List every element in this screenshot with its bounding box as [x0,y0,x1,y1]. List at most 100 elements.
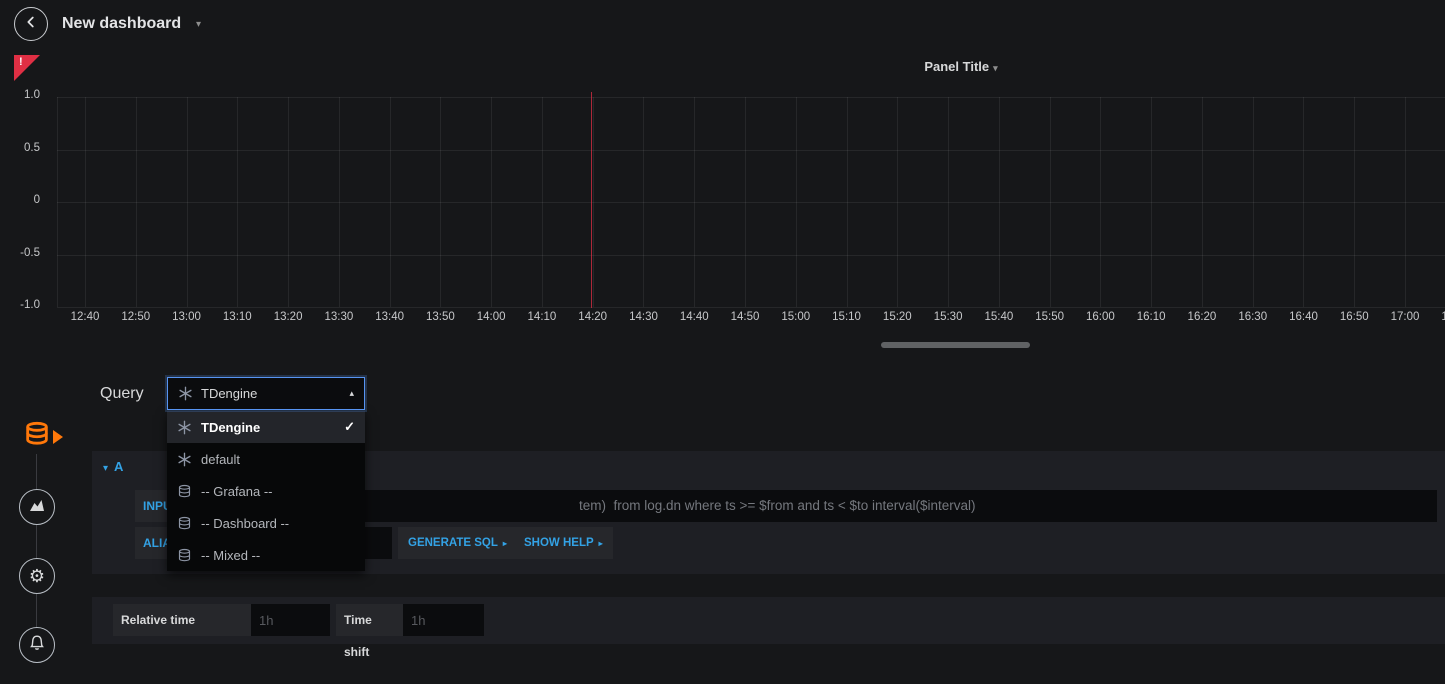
time-shift-input[interactable] [403,604,484,636]
panel-title-caret-icon: ▾ [993,63,998,73]
x-tick-label: 15:40 [974,311,1024,323]
tdengine-icon [177,420,192,435]
gridline-vertical [85,97,86,307]
gridline-vertical [136,97,137,307]
y-tick-label: 1.0 [0,89,40,101]
x-tick-label: 12:50 [111,311,161,323]
tdengine-icon [177,452,192,467]
bell-icon [28,634,46,657]
gridline-vertical [1354,97,1355,307]
gridline-vertical [948,97,949,307]
datasource-option[interactable]: default [167,443,365,475]
x-tick-label: 14:40 [669,311,719,323]
datasource-select[interactable]: TDengine ▴ [167,377,365,410]
datasource-option[interactable]: TDengine✓ [167,411,365,443]
plot-area: 1.00.50-0.5-1.012:4012:5013:0013:1013:20… [0,55,1445,350]
generate-sql-button[interactable]: GENERATE SQL ▸ [398,527,517,559]
datasource-option[interactable]: -- Dashboard -- [167,507,365,539]
relative-time-input[interactable] [251,604,330,636]
back-button[interactable] [14,7,48,41]
edit-tabs-rail [36,437,37,645]
x-tick-label: 16:00 [1075,311,1125,323]
x-tick-label: 17:00 [1380,311,1430,323]
gridline-horizontal [57,307,1445,308]
gridline-vertical [694,97,695,307]
database-icon [177,516,192,531]
query-ref-id: A [114,459,123,474]
gridline-horizontal [57,202,1445,203]
check-icon: ✓ [344,419,355,435]
datasource-menu: TDengine✓default-- Grafana ---- Dashboar… [167,411,365,571]
caret-right-icon: ▸ [503,539,507,548]
datasource-selected-value: TDengine [201,386,341,401]
show-help-button[interactable]: SHOW HELP ▸ [514,527,613,559]
tdengine-icon [178,386,193,401]
x-tick-label: 14:10 [517,311,567,323]
x-tick-label: 14:50 [720,311,770,323]
x-tick-label: 16:40 [1278,311,1328,323]
gridline-vertical [390,97,391,307]
datasource-option[interactable]: -- Grafana -- [167,475,365,507]
x-tick-label: 13:40 [365,311,415,323]
dashboard-title[interactable]: New dashboard [62,0,181,48]
x-tick-label: 17:10 [1431,311,1445,323]
gridline-vertical [491,97,492,307]
x-tick-label: 14:20 [568,311,618,323]
gridline-vertical [288,97,289,307]
x-tick-label: 16:30 [1228,311,1278,323]
tab-queries[interactable] [20,420,54,454]
axis-line [57,97,58,307]
gridline-horizontal [57,150,1445,151]
x-tick-label: 16:50 [1329,311,1379,323]
x-tick-label: 16:20 [1177,311,1227,323]
gridline-vertical [1303,97,1304,307]
gridline-vertical [187,97,188,307]
tab-general[interactable]: ⚙ [19,558,55,594]
gridline-vertical [1100,97,1101,307]
x-tick-label: 15:20 [872,311,922,323]
x-tick-label: 15:50 [1025,311,1075,323]
y-tick-label: 0.5 [0,142,40,154]
horizontal-scrollbar[interactable] [881,342,1030,348]
database-icon [23,421,51,454]
tab-visualization[interactable] [19,489,55,525]
gridline-vertical [1151,97,1152,307]
time-shift-label: Time shift [336,604,403,636]
query-row-header[interactable]: ▾A [103,459,123,474]
x-tick-label: 15:30 [923,311,973,323]
x-tick-label: 16:10 [1126,311,1176,323]
database-icon [177,548,192,563]
x-tick-label: 13:50 [415,311,465,323]
gridline-vertical [542,97,543,307]
caret-right-icon: ▸ [599,539,603,548]
error-exclamation-icon: ! [19,56,23,68]
x-tick-label: 15:10 [822,311,872,323]
input-sql-field[interactable]: tem) from log.dn where ts >= $from and t… [216,490,1437,522]
graph-panel: 1.00.50-0.5-1.012:4012:5013:0013:1013:20… [0,55,1445,350]
gridline-vertical [593,97,594,307]
gear-icon: ⚙ [29,567,45,585]
tab-alert[interactable] [19,627,55,663]
datasource-option[interactable]: -- Mixed -- [167,539,365,571]
caret-up-icon: ▴ [349,388,354,399]
gridline-vertical [897,97,898,307]
panel-error-corner[interactable] [14,55,40,81]
gridline-vertical [1202,97,1203,307]
time-options-panel: Relative time Time shift [92,597,1445,644]
database-icon [177,484,192,499]
top-navbar: New dashboard ▾ [0,0,1445,48]
gridline-horizontal [57,97,1445,98]
y-tick-label: -0.5 [0,247,40,259]
query-section-label: Query [100,377,144,410]
gridline-vertical [440,97,441,307]
y-tick-label: 0 [0,194,40,206]
time-marker-line [591,92,592,308]
gridline-vertical [1050,97,1051,307]
gridline-vertical [643,97,644,307]
x-tick-label: 13:10 [212,311,262,323]
panel-title[interactable]: Panel Title▾ [861,59,1061,74]
gridline-vertical [1405,97,1406,307]
gridline-vertical [796,97,797,307]
dashboard-title-caret-icon[interactable]: ▾ [196,0,201,48]
x-tick-label: 13:00 [162,311,212,323]
